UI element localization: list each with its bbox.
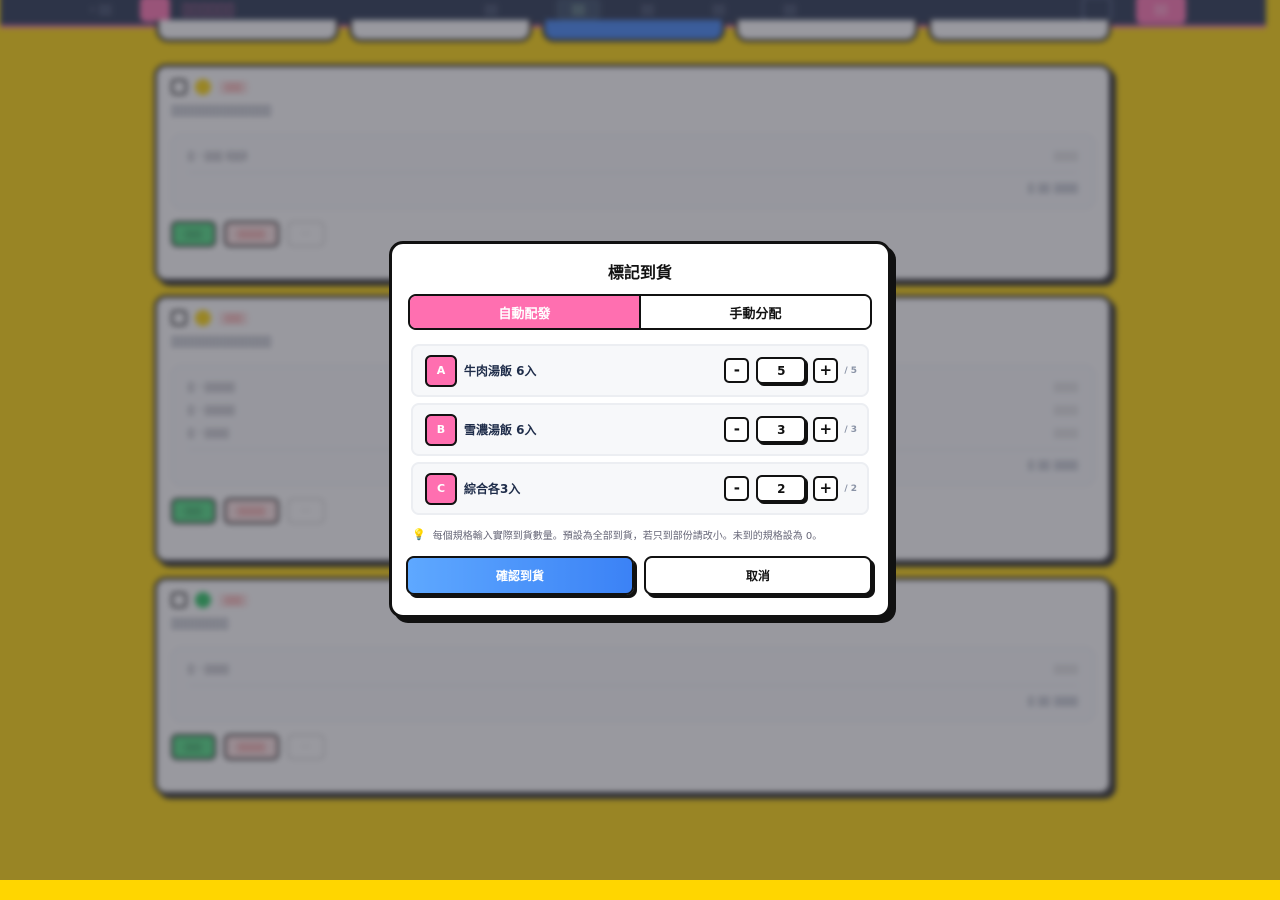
hint-text: 每個規格輸入實際到貨數量。預設為全部到貨，若只到部份請改小。未到的規格設為 0。	[432, 531, 823, 542]
decrement-button[interactable]: -	[724, 476, 750, 501]
quantity-total: / 5	[844, 365, 857, 376]
confirm-arrival-button[interactable]: 確認到貨	[406, 556, 634, 595]
tab-auto-distribute[interactable]: 自動配發	[410, 296, 641, 328]
hint-text-row: 💡 每個規格輸入實際到貨數量。預設為全部到貨，若只到部份請改小。未到的規格設為 …	[408, 527, 872, 542]
mark-arrival-dialog: 標記到貨 自動配發 手動分配 A 牛肉湯飯 6入 - + / 5 B 雪濃湯飯 …	[389, 241, 891, 618]
increment-button[interactable]: +	[813, 476, 839, 501]
tab-manual-distribute[interactable]: 手動分配	[641, 296, 870, 328]
spec-row: C 綜合各3入 - + / 2	[411, 462, 869, 515]
decrement-button[interactable]: -	[724, 358, 750, 383]
quantity-input[interactable]	[756, 357, 807, 384]
spec-name: 牛肉湯飯 6入	[464, 364, 537, 378]
quantity-stepper: - + / 5	[724, 357, 857, 384]
spec-list: A 牛肉湯飯 6入 - + / 5 B 雪濃湯飯 6入 - + / 3 C 綜合…	[408, 344, 872, 515]
spec-letter-badge: B	[425, 413, 457, 446]
decrement-button[interactable]: -	[724, 417, 750, 442]
mode-tabs: 自動配發 手動分配	[408, 294, 872, 330]
quantity-input[interactable]	[756, 416, 807, 443]
spec-row: A 牛肉湯飯 6入 - + / 5	[411, 344, 869, 397]
quantity-total: / 3	[844, 424, 857, 435]
quantity-stepper: - + / 2	[724, 475, 857, 502]
dialog-title: 標記到貨	[607, 263, 672, 282]
increment-button[interactable]: +	[813, 417, 839, 442]
spec-name: 雪濃湯飯 6入	[464, 423, 537, 437]
spec-row: B 雪濃湯飯 6入 - + / 3	[411, 403, 869, 456]
spec-name: 綜合各3入	[464, 482, 521, 496]
spec-letter-badge: C	[425, 472, 457, 505]
increment-button[interactable]: +	[813, 358, 839, 383]
quantity-total: / 2	[844, 483, 857, 494]
lightbulb-icon: 💡	[412, 528, 426, 541]
spec-letter-badge: A	[425, 354, 457, 387]
quantity-input[interactable]	[756, 475, 807, 502]
cancel-button[interactable]: 取消	[644, 556, 872, 595]
dialog-footer: 確認到貨 取消	[406, 556, 872, 595]
quantity-stepper: - + / 3	[724, 416, 857, 443]
